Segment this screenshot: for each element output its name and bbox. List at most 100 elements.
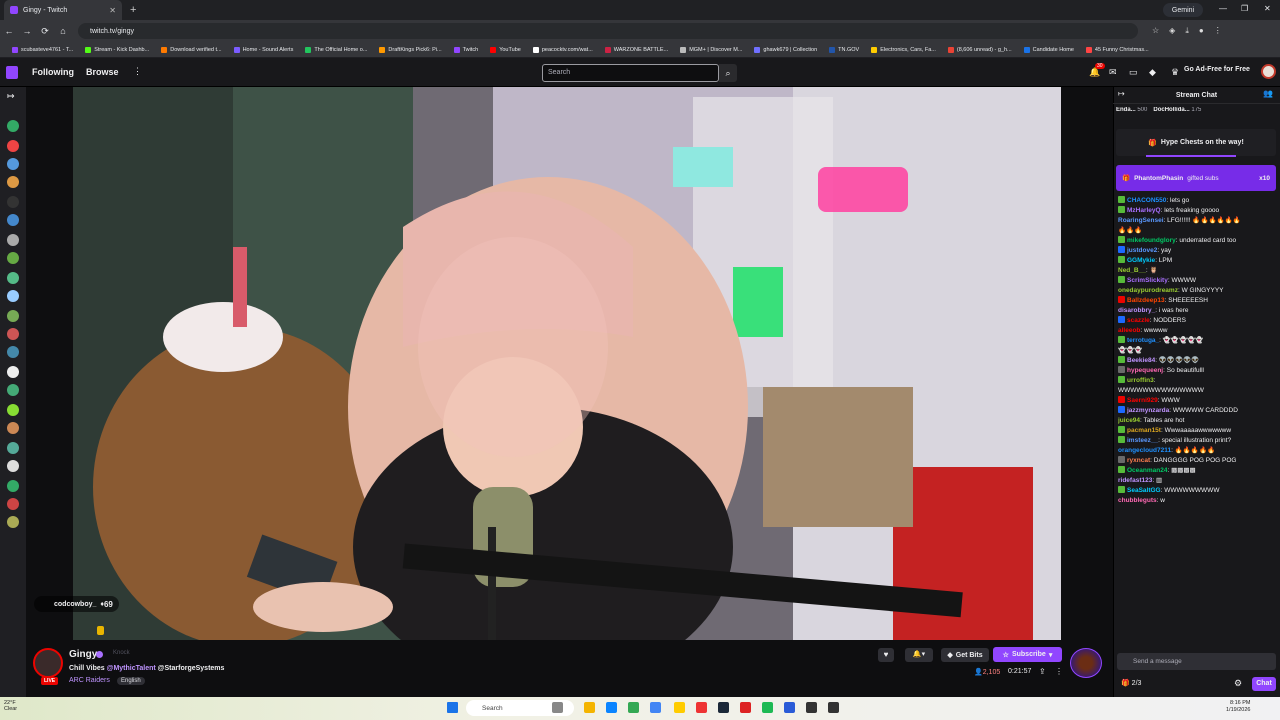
chat-badge-icon[interactable] bbox=[1118, 276, 1125, 283]
followed-channel-avatar[interactable] bbox=[7, 366, 19, 378]
followed-channel-avatar[interactable] bbox=[7, 346, 19, 358]
followed-channel-avatar[interactable] bbox=[7, 196, 19, 208]
followed-channel-avatar[interactable] bbox=[7, 460, 19, 472]
chat-badge-icon[interactable] bbox=[1118, 396, 1125, 403]
twitch-logo-icon[interactable] bbox=[6, 66, 18, 79]
taskbar-app-icon[interactable] bbox=[650, 702, 661, 713]
get-bits-button[interactable]: ◆ Get Bits bbox=[941, 648, 989, 662]
menu-icon[interactable]: ⋮ bbox=[1214, 26, 1222, 36]
taskbar-app-icon[interactable] bbox=[628, 702, 639, 713]
followed-channel-avatar[interactable] bbox=[7, 384, 19, 396]
followed-channel-avatar[interactable] bbox=[7, 516, 19, 528]
bookmark-item[interactable]: The Official Home o... bbox=[305, 46, 367, 53]
taskbar-app-icon[interactable] bbox=[718, 702, 729, 713]
title-mention-1[interactable]: @MythicTalent bbox=[107, 665, 156, 672]
taskbar-app-icon[interactable] bbox=[806, 702, 817, 713]
chat-badge-icon[interactable] bbox=[1118, 486, 1125, 493]
followed-channel-avatar[interactable] bbox=[7, 234, 19, 246]
chat-badge-icon[interactable] bbox=[1118, 466, 1125, 473]
chat-badge-icon[interactable] bbox=[1118, 196, 1125, 203]
chat-username[interactable]: RoaringSensei bbox=[1118, 217, 1164, 224]
chat-settings-gear-icon[interactable]: ⚙ bbox=[1234, 678, 1242, 689]
leader-2[interactable]: DocHollida... 175 bbox=[1153, 107, 1201, 119]
chat-badge-icon[interactable] bbox=[1118, 316, 1125, 323]
chat-badge-icon[interactable] bbox=[1118, 246, 1125, 253]
followed-channel-avatar[interactable] bbox=[7, 176, 19, 188]
taskbar-app-icon[interactable] bbox=[584, 702, 595, 713]
expand-rail-icon[interactable]: ↦ bbox=[7, 91, 15, 102]
chat-username[interactable]: ScrimSlickity bbox=[1127, 277, 1168, 284]
forward-icon[interactable]: → bbox=[18, 26, 36, 36]
chat-username[interactable]: urroffin3 bbox=[1127, 377, 1154, 384]
close-window-icon[interactable]: ✕ bbox=[1264, 4, 1271, 13]
chat-username[interactable]: mikefoundglory bbox=[1127, 237, 1176, 244]
channel-name[interactable]: Gingy bbox=[69, 649, 97, 660]
chat-username[interactable]: juice94 bbox=[1118, 417, 1140, 424]
bookmark-item[interactable]: TN.GOV bbox=[829, 46, 859, 53]
more-options-icon[interactable]: ⋮ bbox=[1055, 667, 1063, 676]
bookmark-item[interactable]: Download verified t... bbox=[161, 46, 222, 53]
chat-username[interactable]: ryxncat bbox=[1127, 457, 1150, 464]
bookmark-star-icon[interactable]: ☆ bbox=[1152, 26, 1159, 36]
chat-badge-icon[interactable] bbox=[1118, 426, 1125, 433]
whispers-icon[interactable]: ▭ bbox=[1129, 67, 1138, 78]
bookmark-item[interactable]: Electronics, Cars, Fa... bbox=[871, 46, 936, 53]
chat-username[interactable]: ridefast123 bbox=[1118, 477, 1152, 484]
chat-badge-icon[interactable] bbox=[1118, 436, 1125, 443]
chat-username[interactable]: GGMykie bbox=[1127, 257, 1155, 264]
chat-badge-icon[interactable] bbox=[1118, 406, 1125, 413]
weather-widget[interactable]: 22°F Clear bbox=[4, 700, 17, 712]
taskbar-app-icon[interactable] bbox=[674, 702, 685, 713]
more-icon[interactable]: ⋮ bbox=[133, 66, 142, 77]
inbox-icon[interactable]: ✉ bbox=[1109, 67, 1117, 78]
chat-badge-icon[interactable] bbox=[1118, 336, 1125, 343]
bookmark-item[interactable]: DraftKings Pick6: Pi... bbox=[379, 46, 442, 53]
bookmark-item[interactable]: (8,606 unread) - g_h... bbox=[947, 46, 1012, 53]
home-icon[interactable]: ⌂ bbox=[54, 26, 72, 36]
chat-badge-icon[interactable] bbox=[1118, 296, 1125, 303]
chat-username[interactable]: jazzmynzarda bbox=[1127, 407, 1169, 414]
chat-username[interactable]: chubbleguts bbox=[1118, 497, 1157, 504]
chat-badge-icon[interactable] bbox=[1118, 456, 1125, 463]
followed-channel-avatar[interactable] bbox=[7, 404, 19, 416]
search-input[interactable]: Search bbox=[542, 64, 719, 82]
chat-username[interactable]: Saerni929 bbox=[1127, 397, 1158, 404]
followed-channel-avatar[interactable] bbox=[7, 442, 19, 454]
bookmark-item[interactable]: Home - Sound Alerts bbox=[233, 46, 293, 53]
bookmark-item[interactable]: Twitch bbox=[453, 46, 478, 53]
bookmark-item[interactable]: MGM+ | Discover M... bbox=[680, 46, 742, 53]
bookmark-item[interactable]: WARZONE BATTLE... bbox=[604, 46, 668, 53]
chat-badge-icon[interactable] bbox=[1118, 376, 1125, 383]
chat-badge-icon[interactable] bbox=[1118, 356, 1125, 363]
chat-username[interactable]: Oceanman24 bbox=[1127, 467, 1167, 474]
followed-channel-avatar[interactable] bbox=[7, 158, 19, 170]
chat-username[interactable]: imsteez__ bbox=[1127, 437, 1158, 444]
nav-following[interactable]: Following bbox=[32, 67, 74, 77]
chat-username[interactable]: scazzle bbox=[1127, 317, 1150, 324]
collapse-chat-icon[interactable]: ↦ bbox=[1118, 89, 1125, 98]
chat-badge-icon[interactable] bbox=[1118, 366, 1125, 373]
leader-1[interactable]: Enda... 500 bbox=[1116, 107, 1147, 119]
taskbar-app-icon[interactable] bbox=[828, 702, 839, 713]
chat-username[interactable]: Beekie84 bbox=[1127, 357, 1155, 364]
browser-tab[interactable]: Gingy - Twitch ✕ bbox=[4, 0, 122, 20]
system-clock[interactable]: 8:16 PM 1/19/2026 bbox=[1226, 700, 1250, 714]
chat-username[interactable]: SeaSaltGG bbox=[1127, 487, 1161, 494]
share-icon[interactable]: ⇪ bbox=[1039, 667, 1046, 676]
chat-username[interactable]: disarobbry_ bbox=[1118, 307, 1155, 314]
nav-browse[interactable]: Browse bbox=[86, 67, 119, 77]
search-icon[interactable]: ⌕ bbox=[719, 64, 737, 82]
gemini-button[interactable]: Gemini bbox=[1163, 3, 1203, 17]
follow-heart-button[interactable]: ♥ bbox=[878, 648, 894, 662]
taskbar-app-icon[interactable] bbox=[784, 702, 795, 713]
bookmark-item[interactable]: scubasteve4761 - T... bbox=[12, 46, 73, 53]
chat-username[interactable]: onedaypurodreamz bbox=[1118, 287, 1178, 294]
downloads-icon[interactable]: ⤓ bbox=[1185, 26, 1189, 36]
extensions-icon[interactable]: ◈ bbox=[1169, 26, 1175, 36]
close-tab-icon[interactable]: ✕ bbox=[109, 6, 116, 15]
new-tab-icon[interactable]: + bbox=[130, 4, 136, 16]
bookmark-item[interactable]: Candidate Home bbox=[1023, 46, 1074, 53]
user-avatar[interactable] bbox=[1261, 64, 1276, 79]
taskbar-app-icon[interactable] bbox=[552, 702, 563, 713]
subscribe-button[interactable]: ☆ Subscribe ▾ bbox=[993, 647, 1062, 662]
